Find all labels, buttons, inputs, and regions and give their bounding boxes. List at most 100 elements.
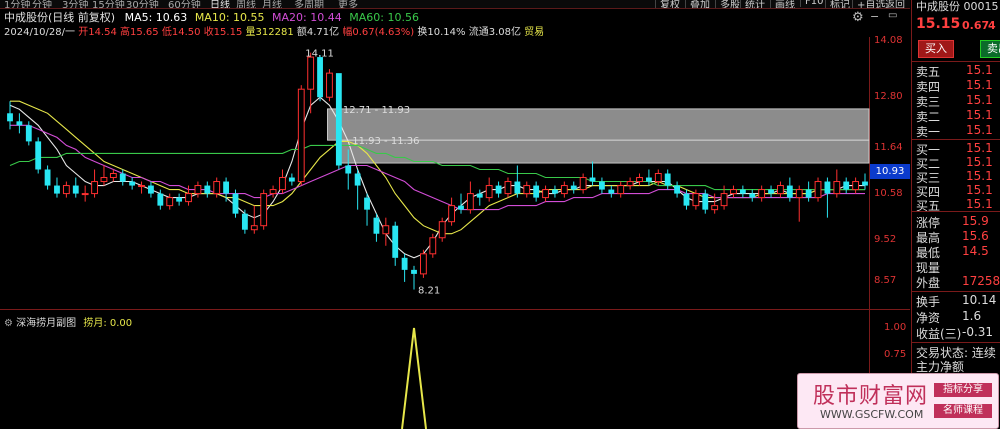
candle — [392, 221, 399, 266]
candle — [843, 177, 850, 194]
candle — [560, 181, 568, 198]
price-axis-label: 11.64 — [874, 142, 903, 153]
candle — [194, 181, 202, 198]
candle — [62, 181, 70, 198]
kline-chart[interactable]: 14.11 8.21 12.71 - 11.93 11.93 - 11.36 — [0, 0, 910, 429]
candle — [109, 169, 117, 182]
bid-row: 买五 15.1 — [916, 197, 993, 213]
candle — [250, 205, 258, 234]
candle — [148, 181, 154, 198]
indicator-gear-icon[interactable]: ⚙ — [4, 318, 13, 329]
candle — [354, 169, 361, 210]
buy-button[interactable]: 买入 — [918, 40, 954, 58]
candle — [260, 189, 268, 230]
candle — [824, 177, 831, 218]
candle — [429, 233, 437, 258]
candle — [166, 193, 174, 210]
stat-row: 现量 — [916, 261, 941, 275]
ask-row: 卖三 15.1 — [916, 93, 993, 109]
candle — [833, 169, 841, 198]
candle — [241, 209, 248, 234]
bid-row: 买四 15.1 — [916, 183, 993, 199]
candle — [533, 181, 540, 202]
candle — [768, 185, 774, 198]
price-axis-label: 14.08 — [874, 35, 903, 46]
stock-name: 中成股份 00015 — [916, 0, 999, 13]
price-axis-label: 9.52 — [874, 234, 897, 245]
stat-row: 最低 14.5 — [916, 244, 989, 260]
ask-row: 卖二 15.1 — [916, 108, 993, 124]
candle — [795, 185, 803, 222]
candle — [16, 113, 23, 134]
candle — [100, 165, 108, 186]
watermark-url: WWW.GSCFW.COM — [820, 408, 924, 421]
candle — [617, 181, 625, 198]
bid-row: 买一 15.1 — [916, 141, 993, 157]
price-axis-label: 10.58 — [874, 188, 903, 199]
candle — [514, 165, 521, 198]
candle — [204, 181, 211, 198]
candle — [485, 177, 493, 202]
candle — [382, 217, 390, 246]
candle — [664, 169, 671, 190]
candle — [91, 169, 98, 198]
price-axis-label: 8.57 — [874, 275, 897, 286]
candle — [317, 55, 323, 102]
sell-button[interactable]: 卖出 — [980, 40, 1000, 58]
price-axis-label: 12.80 — [874, 91, 903, 102]
watermark-banner: 股市财富网 WWW.GSCFW.COM 指标分享 名师课程 — [797, 373, 999, 429]
candle — [81, 185, 89, 202]
stat-row: 外盘 17258 — [916, 274, 1000, 290]
last-price: 15.15 — [916, 16, 961, 32]
candle — [852, 177, 860, 194]
candle — [288, 173, 295, 186]
candle — [373, 213, 380, 242]
trade-status: 交易状态: 连续 — [916, 346, 996, 360]
watermark-badge-course: 名师课程 — [934, 404, 992, 418]
bid-row: 买三 15.1 — [916, 169, 993, 185]
candle — [862, 173, 868, 190]
indicator-axis-label: 0.75 — [884, 349, 907, 360]
candle — [72, 177, 79, 198]
ask-row: 卖五 15.1 — [916, 63, 993, 79]
candle — [269, 185, 277, 198]
price-change-pct: 4 — [988, 19, 996, 32]
indicator-spike — [401, 327, 428, 429]
indicator-axis-label: 1.00 — [884, 322, 907, 333]
chart-annotation: 14.11 — [305, 49, 334, 60]
candle — [35, 137, 42, 174]
stat-row: 净资 1.6 — [916, 309, 982, 325]
candle — [730, 185, 737, 198]
candle — [758, 185, 766, 202]
chart-annotation: 12.71 - 11.93 — [343, 105, 410, 116]
candle — [579, 173, 587, 194]
candle — [599, 177, 605, 194]
candle — [674, 181, 681, 198]
candle — [570, 181, 577, 194]
candle — [401, 253, 408, 282]
stat-row: 收益(三) -0.31 — [916, 325, 994, 341]
candle — [495, 181, 502, 198]
candle — [54, 177, 60, 198]
indicator-title-row: ⚙ 深海捞月副图 捞月: 0.00 — [4, 314, 132, 329]
candle — [749, 189, 756, 202]
candle — [739, 185, 746, 198]
watermark-badge-share: 指标分享 — [934, 383, 992, 397]
candle — [335, 73, 342, 170]
indicator-name: 深海捞月副图 — [16, 318, 77, 329]
candle — [326, 69, 333, 102]
candle — [232, 189, 239, 218]
candle — [626, 177, 634, 190]
candle — [542, 185, 549, 202]
quote-panel: 中成股份 00015 15.15 0.67 4 买入 卖出 卖五15.1卖四15… — [911, 0, 1000, 429]
candle — [466, 181, 474, 214]
candle — [279, 169, 286, 194]
candle — [119, 169, 126, 186]
candle — [411, 265, 417, 290]
stat-row: 最高 15.6 — [916, 229, 989, 245]
ask-row: 卖一 15.1 — [916, 123, 993, 139]
candle — [438, 217, 446, 242]
candle — [176, 193, 183, 206]
watermark-logo: 股市财富网 — [813, 384, 929, 409]
main-flow-label: 主力净额 — [916, 360, 965, 374]
